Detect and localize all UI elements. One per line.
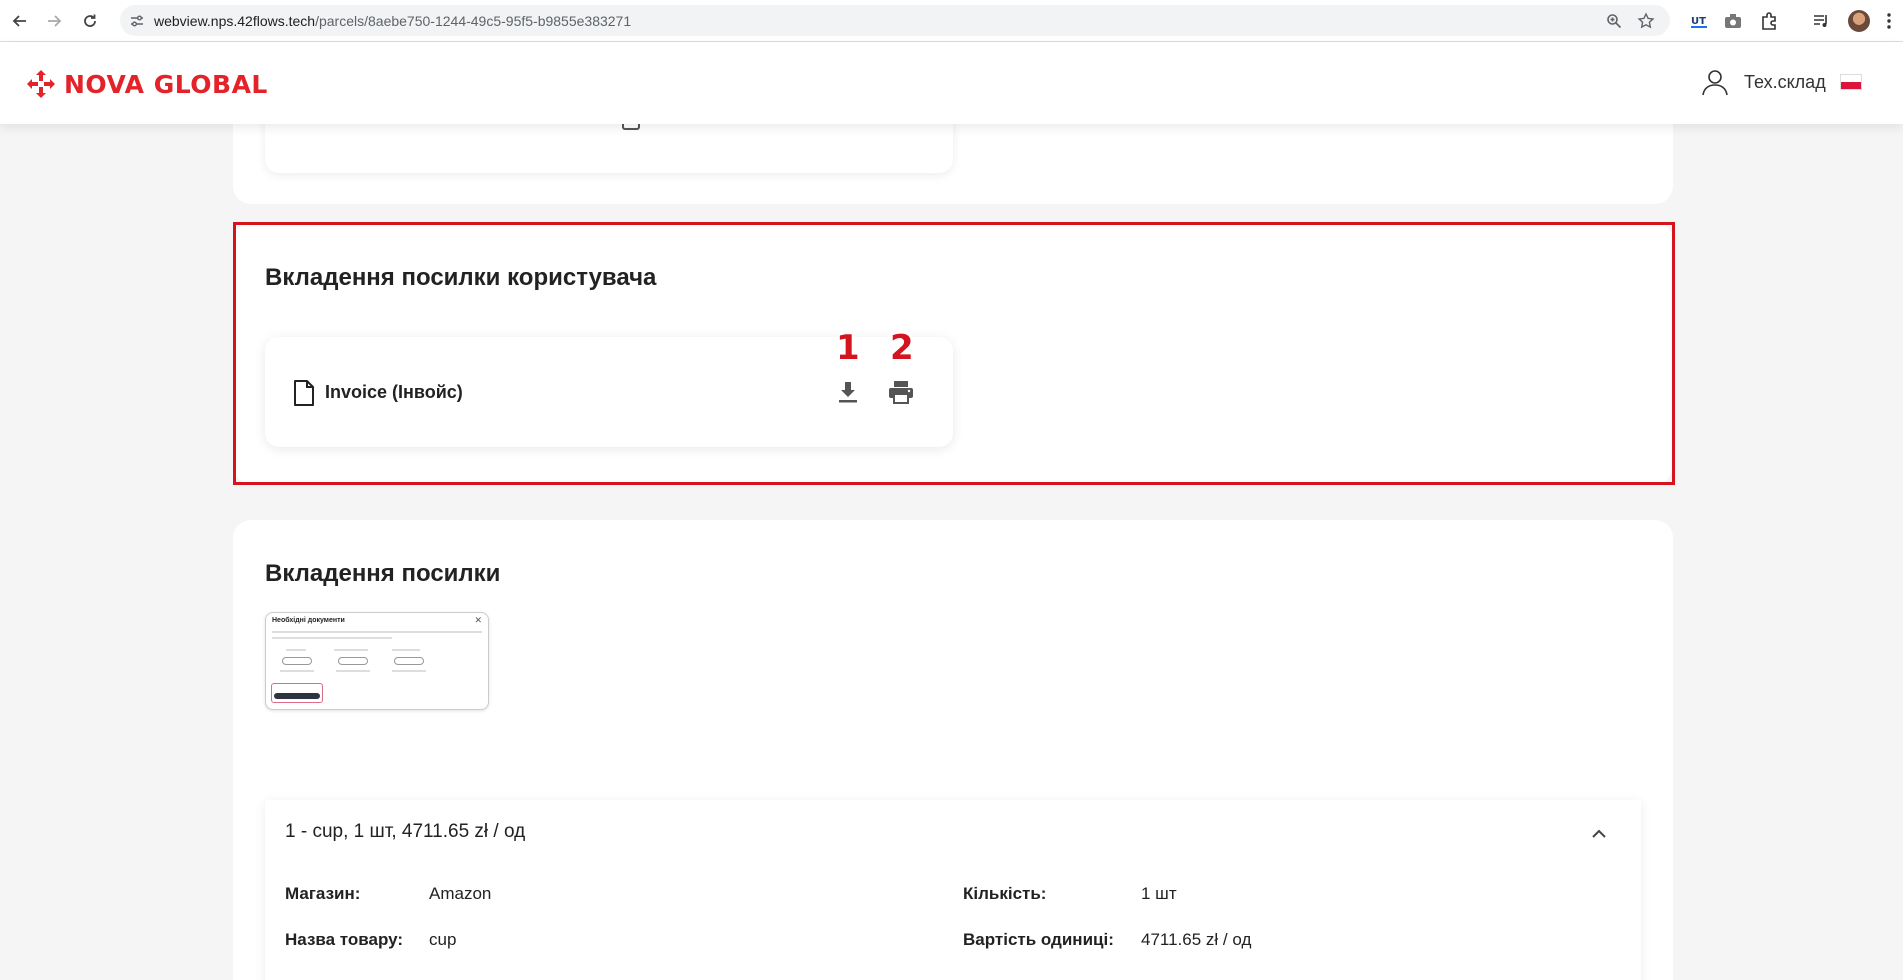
url-host: webview.nps.42flows.tech — [154, 13, 316, 29]
thumbnail-text-line — [286, 649, 306, 651]
site-header: NOVA GLOBAL Тех.склад — [0, 42, 1903, 124]
shop-label: Магазин: — [285, 884, 361, 903]
quantity-label: Кількість: — [963, 884, 1047, 903]
item-accordion: 1 - cup, 1 шт, 4711.65 zł / од Магазин: … — [265, 800, 1641, 980]
parcel-attachments-title: Вкладення посилки — [265, 560, 501, 587]
media-control-icon[interactable] — [1810, 10, 1832, 32]
forward-icon[interactable] — [42, 9, 66, 33]
thumbnail-button — [274, 693, 320, 699]
user-menu[interactable]: Тех.склад — [1700, 67, 1862, 97]
quantity-value: 1 шт — [1141, 884, 1177, 903]
unit-price-value: 4711.65 zł / од — [1141, 930, 1252, 949]
unit-price-label: Вартість одиниці: — [963, 930, 1114, 949]
thumbnail-close-icon: ✕ — [474, 615, 482, 625]
language-flag-poland[interactable] — [1839, 74, 1862, 90]
user-attachments-title: Вкладення посилки користувача — [265, 264, 657, 291]
extension-ut-icon[interactable]: UT — [1688, 10, 1710, 32]
url-path: /parcels/8aebe750-1244-49c5-95f5-b9855e3… — [315, 13, 632, 29]
chevron-up-icon[interactable] — [1587, 822, 1611, 846]
thumbnail-text-line — [392, 649, 420, 651]
thumbnail-text-line — [280, 670, 314, 672]
logo-mark-icon — [27, 70, 55, 98]
brand-name: NOVA GLOBAL — [64, 69, 268, 99]
download-icon — [839, 382, 857, 403]
item-summary[interactable]: 1 - cup, 1 шт, 4711.65 zł / од — [285, 821, 525, 843]
thumbnail-pill — [338, 657, 368, 665]
thumbnail-pill — [394, 657, 424, 665]
reload-icon[interactable] — [78, 9, 102, 33]
bookmark-star-icon[interactable] — [1636, 11, 1656, 31]
address-bar[interactable]: webview.nps.42flows.tech/parcels/8aebe75… — [120, 5, 1670, 36]
product-name-value: cup — [429, 930, 457, 949]
annotation-marker-1: 1 — [836, 328, 860, 368]
browser-toolbar: webview.nps.42flows.tech/parcels/8aebe75… — [0, 0, 1903, 42]
thumbnail-pill — [282, 657, 312, 665]
user-name: Тех.склад — [1744, 71, 1826, 92]
back-icon[interactable] — [8, 9, 32, 33]
user-icon[interactable] — [1700, 67, 1730, 97]
thumbnail-text-line — [272, 631, 482, 633]
more-menu-icon[interactable] — [1878, 10, 1900, 32]
print-icon — [889, 381, 913, 404]
camera-icon[interactable] — [1722, 10, 1744, 32]
nova-global-logo[interactable]: NOVA GLOBAL — [26, 69, 268, 99]
download-button[interactable] — [833, 377, 863, 407]
print-button[interactable] — [886, 377, 916, 407]
thumbnail-text-line — [392, 670, 426, 672]
thumbnail-title: Необхідні документи — [272, 617, 345, 624]
svg-text:UT: UT — [1691, 16, 1706, 27]
zoom-icon[interactable] — [1604, 11, 1624, 31]
thumbnail-text-line — [336, 670, 370, 672]
annotation-marker-2: 2 — [890, 328, 914, 368]
profile-avatar[interactable] — [1848, 10, 1870, 32]
product-name-label: Назва товару: — [285, 930, 404, 949]
attachment-thumbnail[interactable]: Необхідні документи ✕ — [265, 612, 489, 710]
thumbnail-text-line — [334, 649, 368, 651]
shop-value: Amazon — [429, 884, 492, 903]
extensions-puzzle-icon[interactable] — [1758, 10, 1780, 32]
url-text: webview.nps.42flows.tech/parcels/8aebe75… — [154, 13, 631, 29]
site-settings-icon[interactable] — [128, 12, 146, 30]
file-icon — [294, 380, 314, 406]
attachment-file-name[interactable]: Invoice (Інвойс) — [325, 382, 463, 403]
thumbnail-text-line — [272, 637, 392, 639]
